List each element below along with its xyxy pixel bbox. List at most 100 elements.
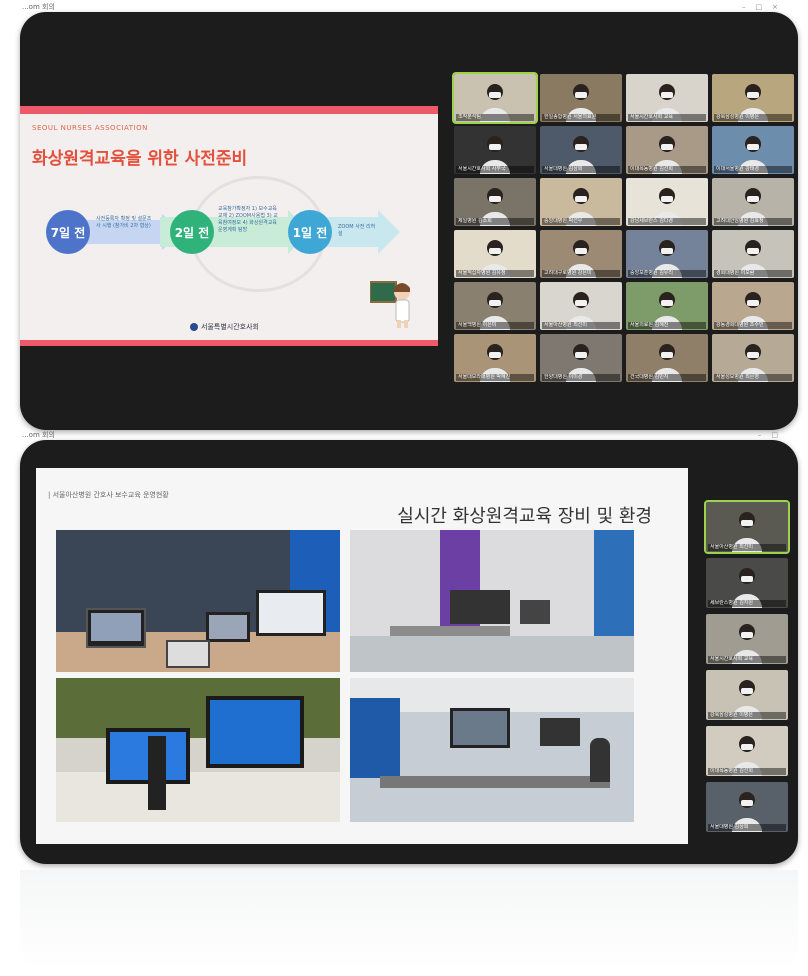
participant-tile[interactable]: 강남세브란스 김다경 [626,178,708,226]
shared-slide-1: SEOUL NURSES ASSOCIATION 화상원격교육을 위한 사전준비… [20,106,438,346]
photo-desktop-setup [56,678,340,822]
participant-tile[interactable]: 이대서울병원 강태경 [712,126,794,174]
face-mask [661,299,673,306]
participant-tile[interactable]: 서울아산병원 최선미 [704,500,790,554]
participant-name: 경희대병원 이보람 [714,270,792,277]
step-detail-2: 교육참가확정자 1) 보수교육 교재 2) ZOOM사용법 3) 교육참여정보 … [218,206,278,233]
face-mask [747,195,759,202]
face-mask [489,195,501,202]
slide-title-2: 실시간 화상원격교육 장비 및 환경 [397,506,652,527]
face-mask [575,91,587,98]
face-mask [489,351,501,358]
participant-name: 한양대병원 이미경 [542,374,620,381]
face-mask [661,143,673,150]
slide-subtitle: | 서울아산병원 간호사 보수교육 운영현황 [48,491,169,499]
face-mask [575,195,587,202]
participant-tile[interactable]: 서울시간호사회 교육 [706,614,788,664]
participant-tile[interactable]: 조작분석팀 [452,72,538,124]
participant-name: 서울의료원 김혜진 [628,322,706,329]
participant-name: 서울시간호사회 사무국 [456,166,534,173]
participant-tile[interactable]: 고려대구로병원 강은미 [540,230,622,278]
participant-tile[interactable]: 강북삼성병원 이병은 [712,74,794,122]
participant-tile[interactable]: 한양대병원 이미경 [540,334,622,382]
participant-tile[interactable]: 이대목동병원 김선희 [706,726,788,776]
zoom-window-2: | 서울아산병원 간호사 보수교육 운영현황 실시간 화상원격교육 장비 및 환… [20,440,798,864]
face-mask [741,800,753,806]
step-circle-3: 1일 전 [288,210,332,254]
face-mask [741,632,753,638]
participant-tile[interactable]: 서울백병원 이은미 [454,282,536,330]
face-mask [575,351,587,358]
participant-tile[interactable]: 중앙대병원 박선우 [540,178,622,226]
participant-name: 조작분석팀 [456,114,534,121]
participant-name: 한일종합병원 서울의료원 [542,114,620,121]
participant-name: 중앙대병원 박선우 [542,218,620,225]
participant-tile[interactable]: 세브란스병원 김지원 [706,558,788,608]
participant-tile[interactable]: 서울아산병원 최선미 [540,282,622,330]
participant-name: 이대목동병원 김선희 [628,166,706,173]
step-circle-2: 2일 전 [170,210,214,254]
participant-name: 세브란스병원 김지원 [708,600,786,607]
step-circle-1: 7일 전 [46,210,90,254]
participant-tile[interactable]: 서울적십자병원 김유정 [454,230,536,278]
participant-tile[interactable]: 서울시간호사회 사무국 [454,126,536,174]
participant-name: 강남세브란스 김다경 [628,218,706,225]
participant-name: 강동경희대병원 조수빈 [714,322,792,329]
face-mask [661,91,673,98]
participant-tile[interactable]: 강동경희대병원 조수빈 [712,282,794,330]
participant-tile[interactable]: 서울성모병원 최은영 [712,334,794,382]
face-mask [741,744,753,750]
org-name: 서울특별시간호사회 [201,323,259,331]
participant-tile[interactable]: 서울대병원 김상희 [706,782,788,832]
participant-name: 건국대병원 김민지 [628,374,706,381]
participant-tile[interactable]: 강북삼성병원 이병은 [706,670,788,720]
zoom-window-1: SEOUL NURSES ASSOCIATION 화상원격교육을 위한 사전준비… [20,12,798,430]
window-reflection [20,870,798,970]
face-mask [741,576,753,582]
participant-name: 서울백병원 이은미 [456,322,534,329]
shared-slide-2: | 서울아산병원 간호사 보수교육 운영현황 실시간 화상원격교육 장비 및 환… [36,468,688,844]
participant-name: 고려대안암병원 김효정 [714,218,792,225]
participant-name: 서울아산병원 최선미 [542,322,620,329]
participant-tile[interactable]: 제일병원 김소희 [454,178,536,226]
face-mask [489,91,501,98]
face-mask [661,351,673,358]
participant-name: 이대목동병원 김선희 [708,768,786,775]
face-mask [741,688,753,694]
face-mask [661,247,673,254]
participant-name: 서울대보라매병원 박혜진 [456,374,534,381]
participant-name: 서울대병원 김상희 [708,824,786,831]
slide-title: 화상원격교육을 위한 사전준비 [32,149,248,169]
participant-name: 서울아산병원 최선미 [708,544,786,551]
face-mask [575,299,587,306]
participant-name: 서울시간호사회 교육 [708,656,786,663]
participant-name: 강북삼성병원 이병은 [714,114,792,121]
face-mask [489,299,501,306]
face-mask [489,247,501,254]
participant-tile[interactable]: 서울시간호사회 교육 [626,74,708,122]
window1-title: ...om 회의 [22,3,55,11]
photo-lecture-room [350,678,634,822]
participant-tile[interactable]: 중앙보훈병원 김유리 [626,230,708,278]
face-mask [747,299,759,306]
participant-tile[interactable]: 한일종합병원 서울의료원 [540,74,622,122]
face-mask [489,143,501,150]
participant-tile[interactable]: 고려대안암병원 김효정 [712,178,794,226]
participant-tile[interactable]: 서울대보라매병원 박혜진 [454,334,536,382]
nurse-mascot-illustration [370,281,410,328]
participant-name: 중앙보훈병원 김유리 [628,270,706,277]
participant-name: 강북삼성병원 이병은 [708,712,786,719]
participant-name: 서울시간호사회 교육 [628,114,706,121]
face-mask [747,351,759,358]
participant-name: 서울적십자병원 김유정 [456,270,534,277]
participant-tile[interactable]: 건국대병원 김민지 [626,334,708,382]
participant-tile[interactable]: 서울대병원 김상희 [540,126,622,174]
participant-name: 서울성모병원 최은영 [714,374,792,381]
association-logo: 서울특별시간호사회 [190,322,259,332]
face-mask [575,247,587,254]
participant-tile[interactable]: 경희대병원 이보람 [712,230,794,278]
participant-tile[interactable]: 서울의료원 김혜진 [626,282,708,330]
participant-name: 이대서울병원 강태경 [714,166,792,173]
participant-tile[interactable]: 이대목동병원 김선희 [626,126,708,174]
step-detail-1: 사전등록자 확정 및 설문조사 시행 (참가비 2차 협상) [96,216,152,229]
